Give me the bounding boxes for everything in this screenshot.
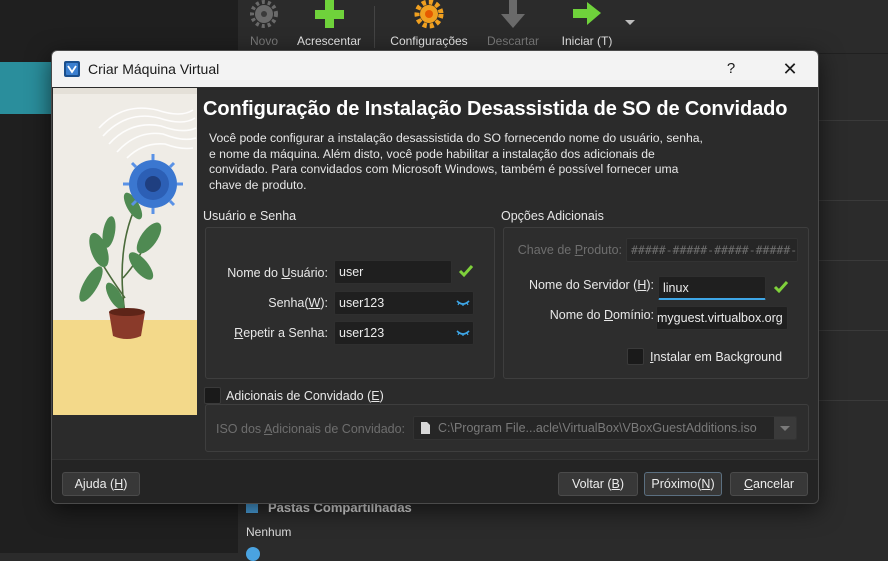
description-line: Você pode configurar a instalação desass… (209, 131, 703, 145)
toolbar-start-label: Iniciar (T) (561, 34, 613, 48)
back-button[interactable]: Voltar (B) (558, 472, 638, 496)
dialog-title: Criar Máquina Virtual (88, 61, 220, 77)
start-arrow-icon (573, 2, 601, 25)
folder-icon (246, 503, 258, 513)
toolbar-add-label: Acrescentar (296, 34, 362, 48)
toolbar-start-dropdown-icon[interactable] (624, 19, 636, 27)
titlebar-close-button[interactable]: ✕ (772, 57, 808, 81)
shared-folders-value: Nenhum (246, 525, 292, 539)
description-line: convidado. Para convidados com Microsoft… (209, 162, 679, 176)
user-password-group-title: Usuário e Senha (203, 209, 297, 223)
valid-check-icon (458, 265, 474, 278)
page-description: Você pode configurar a instalação desass… (209, 131, 749, 193)
toolbar-settings-label: Configurações (390, 34, 468, 48)
toolbar-separator (374, 6, 375, 48)
valid-check-icon (773, 281, 789, 294)
additional-options-group-title: Opções Adicionais (501, 209, 604, 223)
plus-icon (315, 0, 344, 28)
domain-input[interactable]: myguest.virtualbox.org (656, 306, 788, 330)
toolbar-start-button[interactable]: Iniciar (T) (556, 0, 618, 54)
gear-icon (250, 0, 278, 28)
username-label: Nome do Usuário: (227, 266, 328, 280)
toolbar-discard-button: Descartar (484, 0, 542, 54)
show-password-icon[interactable] (456, 298, 470, 308)
toolbar-new-label: Novo (249, 34, 278, 48)
product-key-label: Chave de Produto: (517, 243, 622, 257)
install-background-label[interactable]: Instalar em Background (650, 350, 782, 364)
virtualbox-icon (64, 61, 80, 77)
product-key-input: #####-#####-#####-#####-##### (626, 238, 798, 262)
plant-illustration (53, 88, 197, 415)
username-input[interactable]: user (334, 260, 452, 284)
chevron-down-icon (774, 417, 796, 439)
titlebar-help-button[interactable]: ? (716, 57, 746, 81)
description-line: chave de produto. (209, 177, 307, 192)
help-button[interactable]: Ajuda (H) (62, 472, 140, 496)
toolbar-settings-button[interactable]: Configurações (386, 0, 472, 54)
create-vm-dialog: Criar Máquina Virtual ? ✕ Configuração d… (51, 50, 819, 504)
hostname-input[interactable]: linux (658, 276, 766, 300)
repeat-password-label: Repetir a Senha: (234, 326, 328, 340)
settings-gear-icon (414, 0, 444, 29)
discard-arrow-icon (501, 0, 525, 28)
password-input[interactable]: user123 (334, 291, 474, 315)
guest-additions-label[interactable]: Adicionais de Convidado (E) (226, 389, 384, 403)
section-icon (246, 547, 260, 561)
password-label: Senha(W): (268, 296, 328, 310)
show-password-icon[interactable] (456, 328, 470, 338)
install-background-checkbox[interactable] (627, 348, 644, 365)
iso-label: ISO dos Adicionais de Convidado: (216, 422, 406, 436)
cancel-button[interactable]: Cancelar (730, 472, 808, 496)
guest-additions-checkbox[interactable] (204, 387, 221, 404)
iso-path-value: C:\Program File...acle\VirtualBox\VBoxGu… (438, 421, 757, 435)
file-icon (421, 422, 430, 434)
toolbar-discard-label: Descartar (486, 34, 539, 48)
dialog-titlebar: Criar Máquina Virtual ? ✕ (52, 51, 818, 87)
hostname-label: Nome do Servidor (H): (528, 278, 654, 292)
description-line: e nome da máquina. Além disto, você pode… (209, 146, 655, 161)
toolbar-add-button[interactable]: Acrescentar (292, 0, 366, 54)
page-heading: Configuração de Instalação Desassistida … (203, 98, 788, 120)
iso-path-combobox: C:\Program File...acle\VirtualBox\VBoxGu… (413, 416, 797, 440)
domain-label: Nome do Domínio: (549, 308, 654, 322)
dialog-button-bar: Ajuda (H) Voltar (B) Próximo(N) Cancelar (52, 459, 818, 503)
toolbar-new-button: Novo (246, 0, 282, 54)
repeat-password-input[interactable]: user123 (334, 321, 474, 345)
next-button[interactable]: Próximo(N) (644, 472, 722, 496)
